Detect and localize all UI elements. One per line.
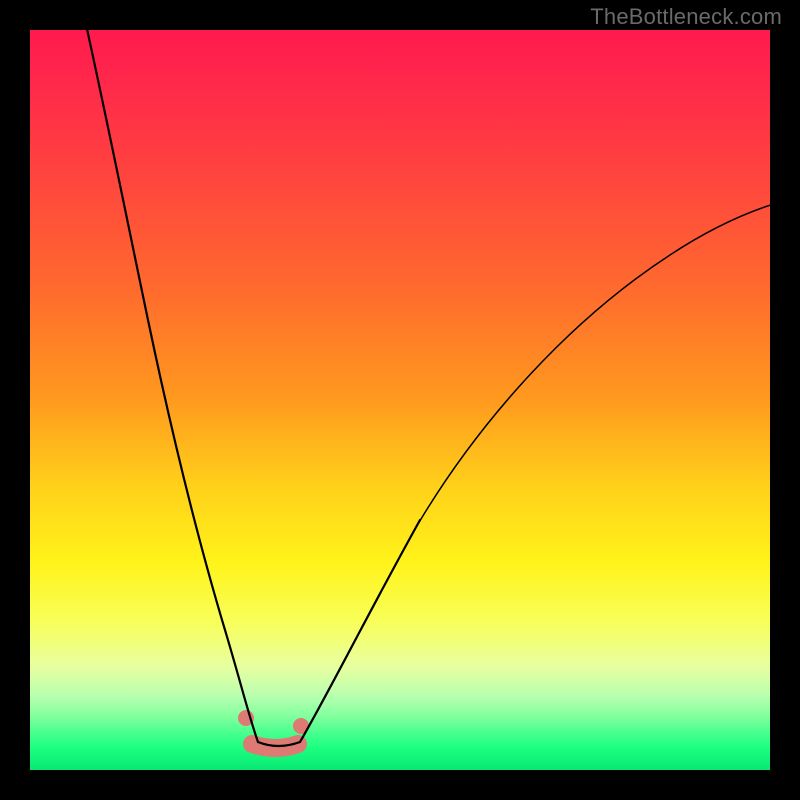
curve-right-branch-b	[418, 202, 770, 524]
curve-left-branch	[85, 30, 258, 742]
watermark-text: TheBottleneck.com	[590, 4, 782, 30]
plot-panel	[30, 30, 770, 770]
chart-stage: TheBottleneck.com	[0, 0, 800, 800]
curve-layer	[30, 30, 770, 770]
curve-right-branch-a	[300, 520, 420, 742]
